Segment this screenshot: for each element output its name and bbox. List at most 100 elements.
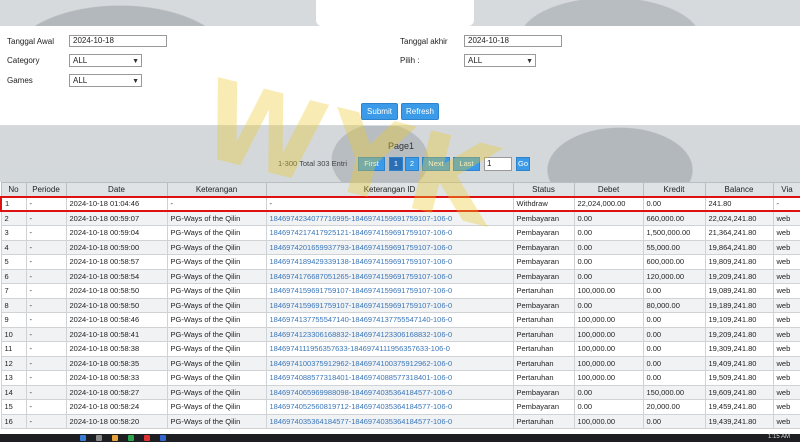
table-cell: PG-Ways of the Qilin — [166, 399, 267, 415]
table-cell[interactable]: 1846974035364184577-1846974035364184577-… — [265, 413, 514, 429]
browser-icon[interactable] — [128, 435, 134, 441]
column-header: Periode — [25, 182, 67, 197]
search-icon[interactable] — [96, 435, 102, 441]
table-cell: 660,000.00 — [642, 210, 706, 226]
table-cell: 100,000.00 — [573, 312, 644, 328]
table-row[interactable]: 2-2024-10-18 00:59:07 PG-Ways of the Qili… — [0, 210, 800, 226]
table-cell: PG-Ways of the Qilin — [166, 268, 267, 284]
tanggal-awal-input[interactable]: 2024-10-18 — [69, 35, 167, 47]
table-row[interactable]: 3-2024-10-18 00:59:04 PG-Ways of the Qili… — [0, 225, 800, 241]
table-cell: 2024-10-18 00:58:50 — [65, 297, 168, 313]
table-cell[interactable]: 1846974137755547140-1846974137755547140-… — [265, 312, 514, 328]
table-cell: PG-Ways of the Qilin — [166, 355, 267, 371]
table-cell[interactable]: 1846974176687051265-1846974159691759107-… — [265, 268, 514, 284]
table-cell: 10 — [0, 326, 27, 342]
table-cell: - — [25, 370, 67, 386]
table-cell: 21,364,241.80 — [704, 225, 774, 241]
table-cell: 100,000.00 — [573, 355, 644, 371]
table-cell: - — [772, 195, 800, 212]
table-cell: 19,189,241.80 — [704, 297, 774, 313]
table-cell[interactable]: 1846974234077716995-1846974159691759107-… — [265, 210, 514, 226]
tanggal-akhir-input[interactable]: 2024-10-18 — [464, 35, 562, 47]
table-cell: 19,509,241.80 — [704, 370, 774, 386]
table-cell: web — [772, 326, 800, 342]
table-cell: 2024-10-18 00:58:35 — [65, 355, 168, 371]
category-select[interactable]: ALL ▼ — [69, 54, 142, 67]
column-header: Balance — [704, 182, 774, 197]
table-cell[interactable]: 1846974111956357633-1846974111956357633-… — [265, 341, 514, 357]
table-cell: 2024-10-18 00:59:00 — [65, 239, 168, 255]
table-cell: 19,409,241.80 — [704, 355, 774, 371]
table-row[interactable]: 12-2024-10-18 00:58:35 PG-Ways of the Qil… — [0, 355, 800, 371]
table-row[interactable]: 8-2024-10-18 00:58:50 PG-Ways of the Qili… — [0, 297, 800, 313]
table-cell: 20,000.00 — [642, 399, 706, 415]
table-cell: Pembayaran — [512, 297, 575, 313]
table-cell: 100,000.00 — [573, 370, 644, 386]
table-cell: 0.00 — [642, 312, 706, 328]
table-row[interactable]: 16-2024-10-18 00:58:20 PG-Ways of the Qil… — [0, 413, 800, 429]
table-cell: 12 — [0, 355, 27, 371]
table-row[interactable]: 11-2024-10-18 00:58:38 PG-Ways of the Qil… — [0, 341, 800, 357]
table-cell: 0.00 — [642, 370, 706, 386]
table-cell: Pertaruhan — [512, 370, 575, 386]
table-cell: web — [772, 384, 800, 400]
table-row[interactable]: 13-2024-10-18 00:58:33 PG-Ways of the Qil… — [0, 370, 800, 386]
table-cell[interactable]: 1846974123306168832-1846974123306168832-… — [265, 326, 514, 342]
table-cell[interactable]: 1846974159691759107-1846974159691759107-… — [265, 297, 514, 313]
app-icon[interactable] — [160, 435, 166, 441]
next-page-button[interactable]: Next — [422, 157, 450, 171]
table-row[interactable]: 14-2024-10-18 00:58:27 PG-Ways of the Qil… — [0, 384, 800, 400]
table-cell: Pembayaran — [512, 268, 575, 284]
page-2-button[interactable]: 2 — [405, 157, 419, 171]
table-cell[interactable]: 1846974217417925121-1846974159691759107-… — [265, 225, 514, 241]
table-row[interactable]: 1-2024-10-18 01:04:46- - Withdraw 22,024,00… — [0, 195, 800, 212]
table-row[interactable]: 9-2024-10-18 00:58:46 PG-Ways of the Qili… — [0, 312, 800, 328]
filter-panel: Tanggal Awal 2024-10-18 Tanggal akhir 20… — [0, 26, 800, 126]
table-cell: web — [772, 268, 800, 284]
table-row[interactable]: 4-2024-10-18 00:59:00 PG-Ways of the Qili… — [0, 239, 800, 255]
table-cell[interactable]: 1846974052560819712-1846974035364184577-… — [265, 399, 514, 415]
table-cell[interactable]: 1846974201659937793-1846974159691759107-… — [265, 239, 514, 255]
tanggal-awal-label: Tanggal Awal — [7, 37, 54, 46]
refresh-button[interactable]: Refresh — [401, 103, 439, 120]
pilih-select[interactable]: ALL ▼ — [464, 54, 536, 67]
table-cell[interactable]: 1846974159691759107-1846974159691759107-… — [265, 283, 514, 299]
page-number-input[interactable]: 1 — [484, 157, 512, 171]
go-button[interactable]: Go — [516, 157, 530, 171]
column-header: Date — [65, 182, 168, 197]
table-cell: 19,439,241.80 — [704, 413, 774, 429]
table-row[interactable]: 15-2024-10-18 00:58:24 PG-Ways of the Qil… — [0, 399, 800, 415]
submit-button[interactable]: Submit — [361, 103, 398, 120]
table-cell: 0.00 — [642, 283, 706, 299]
table-cell: web — [772, 239, 800, 255]
table-cell: PG-Ways of the Qilin — [166, 341, 267, 357]
table-cell[interactable]: 1846974189429339138-1846974159691759107-… — [265, 254, 514, 270]
table-cell: 2024-10-18 00:58:54 — [65, 268, 168, 284]
table-cell: 9 — [0, 312, 27, 328]
table-row[interactable]: 6-2024-10-18 00:58:54 PG-Ways of the Qili… — [0, 268, 800, 284]
table-row[interactable]: 5-2024-10-18 00:58:57 PG-Ways of the Qili… — [0, 254, 800, 270]
app-icon[interactable] — [144, 435, 150, 441]
start-icon[interactable] — [80, 435, 86, 441]
column-header: Debet — [573, 182, 644, 197]
table-cell: 55,000.00 — [642, 239, 706, 255]
folder-icon[interactable] — [112, 435, 118, 441]
page-1-button[interactable]: 1 — [389, 157, 403, 171]
table-cell: 2024-10-18 00:58:24 — [65, 399, 168, 415]
last-page-button[interactable]: Last — [453, 157, 480, 171]
table-cell[interactable]: 1846974100375912962-1846974100375912962-… — [265, 355, 514, 371]
table-cell[interactable]: 1846974088577318401-1846974088577318401-… — [265, 370, 514, 386]
table-cell: 22,024,000.00 — [573, 195, 644, 212]
table-cell[interactable]: 1846974065969988098-1846974035364184577-… — [265, 384, 514, 400]
table-cell: 2024-10-18 00:58:41 — [65, 326, 168, 342]
table-cell: 22,024,241.80 — [704, 210, 774, 226]
table-cell: 2024-10-18 00:58:38 — [65, 341, 168, 357]
table-row[interactable]: 7-2024-10-18 00:58:50 PG-Ways of the Qili… — [0, 283, 800, 299]
table-cell: 0.00 — [642, 341, 706, 357]
games-select[interactable]: ALL ▼ — [69, 74, 142, 87]
table-cell: Pembayaran — [512, 210, 575, 226]
header-banner — [316, 0, 474, 26]
first-page-button[interactable]: First — [358, 157, 385, 171]
table-cell: 2 — [0, 210, 27, 226]
table-row[interactable]: 10-2024-10-18 00:58:41 PG-Ways of the Qil… — [0, 326, 800, 342]
